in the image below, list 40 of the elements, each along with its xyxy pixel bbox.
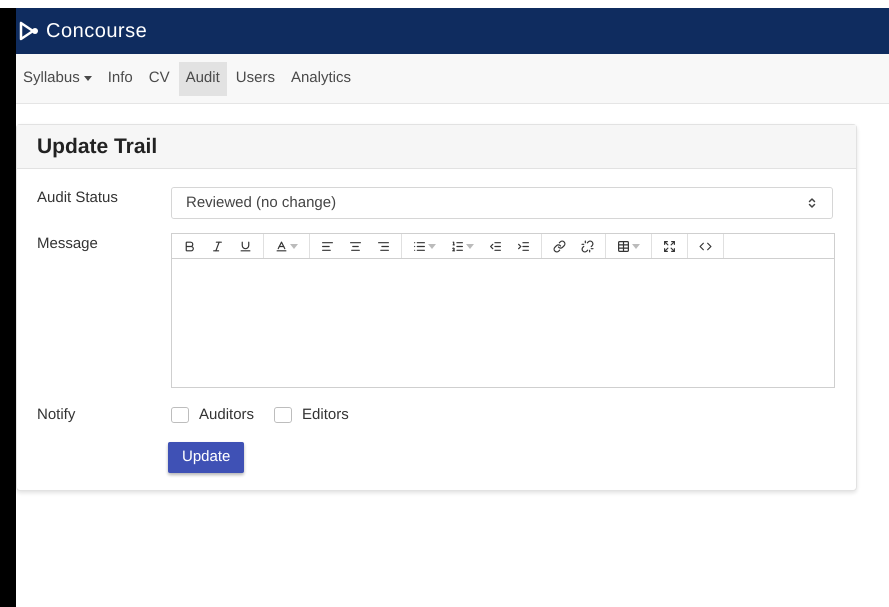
dropdown-caret-icon <box>632 244 640 248</box>
bold-icon <box>183 240 196 252</box>
align-right-icon <box>377 240 390 252</box>
unlink-icon <box>581 240 594 252</box>
field-label: Notify <box>37 405 76 425</box>
nav-tab[interactable]: Audit <box>178 62 227 96</box>
align-center-icon <box>349 240 362 252</box>
logo-icon <box>18 21 40 41</box>
audit-status-select[interactable]: Reviewed (no change) <box>171 187 833 219</box>
nav-tab[interactable]: Users <box>228 62 282 96</box>
checkbox-label: Auditors <box>199 405 254 425</box>
indent-icon <box>517 240 530 252</box>
card-title: Update Trail <box>37 134 158 160</box>
font-color-icon <box>275 240 288 252</box>
dropdown-caret-icon <box>428 244 436 248</box>
nav-tab[interactable]: Syllabus <box>16 62 99 96</box>
update-button[interactable]: Update <box>168 442 244 472</box>
outdent-icon <box>489 240 502 252</box>
numbered-list-icon <box>451 240 464 252</box>
field-label: Message <box>37 234 99 254</box>
checkbox[interactable] <box>274 407 292 424</box>
table-icon <box>617 240 630 252</box>
nav-tab[interactable]: Info <box>100 62 140 96</box>
brand-name[interactable]: Concourse <box>46 16 148 46</box>
dropdown-caret-icon <box>290 244 298 248</box>
fullscreen-icon <box>663 240 676 252</box>
checkbox-label: Editors <box>302 405 349 425</box>
italic-icon <box>211 240 224 252</box>
underline-icon <box>239 240 252 252</box>
sort-caret-icon <box>806 197 818 209</box>
dropdown-caret-icon <box>466 244 474 248</box>
code-icon <box>699 240 712 252</box>
align-left-icon <box>321 240 334 252</box>
field-label: Audit Status <box>37 188 119 208</box>
nav-tab[interactable]: Analytics <box>284 62 358 96</box>
nav-tab[interactable]: CV <box>142 62 177 96</box>
checkbox[interactable] <box>171 407 189 424</box>
link-icon <box>553 240 566 252</box>
caret-icon <box>84 76 92 81</box>
bullet-list-icon <box>413 240 426 252</box>
